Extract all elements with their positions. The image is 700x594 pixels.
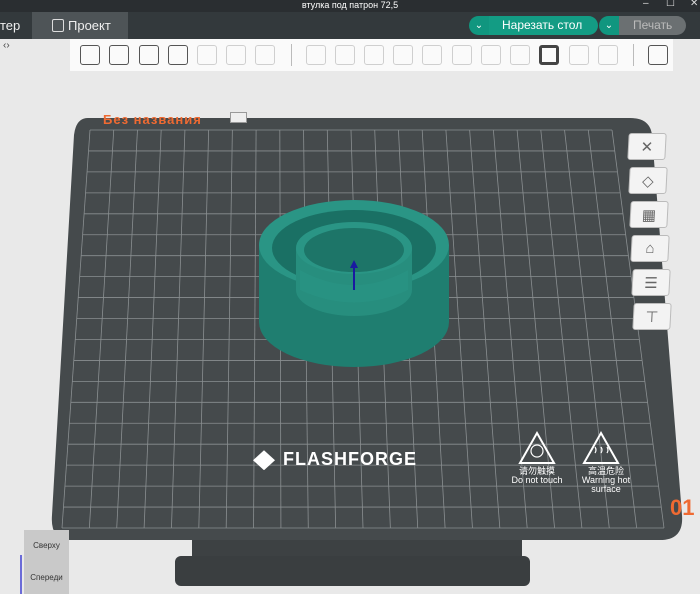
- auto-orient-icon: ◇: [641, 172, 655, 190]
- view-front[interactable]: Спереди: [24, 562, 69, 594]
- lock-button[interactable]: ⌂: [630, 235, 670, 262]
- arrange-button[interactable]: ▦: [629, 201, 669, 228]
- delete-icon: ✕: [640, 138, 654, 156]
- brand-text: FLASHFORGE: [283, 449, 417, 469]
- view-cube[interactable]: Сверху Спереди: [24, 530, 69, 594]
- settings-sliders-icon: ☰: [643, 274, 659, 292]
- settings-sliders-button[interactable]: ☰: [631, 269, 671, 296]
- warning-hot-surface: 高温危险 Warning hot surface: [575, 467, 637, 494]
- lay-flat-icon: ⊤: [644, 308, 659, 326]
- warning-en: Do not touch: [511, 475, 563, 485]
- plate-number: 01: [670, 495, 695, 520]
- flashforge-logo-icon: [253, 450, 275, 471]
- build-plate-viewport[interactable]: [0, 0, 700, 594]
- brand-logo: FLASHFORGE: [253, 449, 417, 471]
- lay-flat-button[interactable]: ⊤: [632, 303, 672, 330]
- lock-icon: ⌂: [645, 240, 655, 257]
- z-axis-indicator: [20, 555, 22, 594]
- edit-icon[interactable]: [230, 112, 247, 123]
- auto-orient-button[interactable]: ◇: [628, 167, 668, 194]
- plate-handle: [175, 556, 530, 586]
- right-tool-panel: ✕ ◇ ▦ ⌂ ☰ ⊤: [627, 133, 672, 337]
- delete-button[interactable]: ✕: [627, 133, 667, 160]
- view-top[interactable]: Сверху: [24, 530, 69, 562]
- warning-do-not-touch: 请勿触摸 Do not touch: [505, 467, 569, 485]
- model-cylinder: [259, 200, 449, 367]
- warning-en: Warning hot surface: [581, 475, 631, 494]
- plate-name[interactable]: Без названия: [103, 112, 202, 127]
- arrange-icon: ▦: [641, 206, 657, 224]
